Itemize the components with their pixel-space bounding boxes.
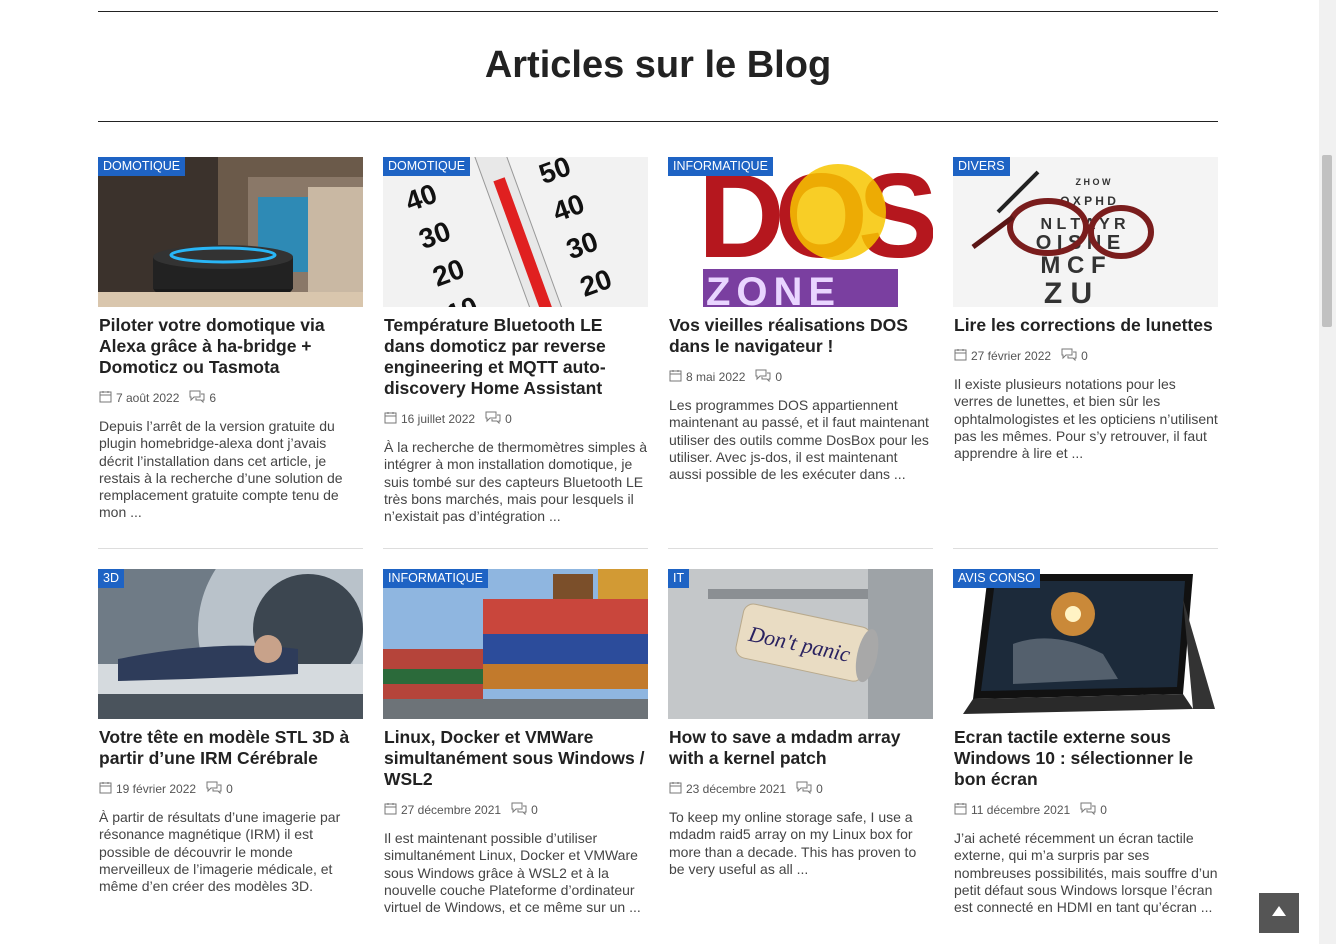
row-divider bbox=[668, 548, 933, 549]
article-thumbnail-alexa[interactable]: DOMOTIQUE bbox=[98, 157, 363, 307]
svg-text:Z U: Z U bbox=[1044, 277, 1092, 307]
article-meta: 16 juillet 2022 0 bbox=[384, 411, 648, 427]
svg-text:Z H O W: Z H O W bbox=[1076, 177, 1111, 187]
calendar-icon bbox=[954, 348, 967, 364]
article-meta: 7 août 2022 6 bbox=[99, 390, 363, 406]
comment-count[interactable]: 6 bbox=[209, 391, 216, 405]
article-thumbnail-containers[interactable]: INFORMATIQUE bbox=[383, 569, 648, 719]
article-thumbnail-mri[interactable]: 3D bbox=[98, 569, 363, 719]
comments-icon bbox=[511, 802, 527, 818]
article-date: 7 août 2022 bbox=[116, 391, 180, 405]
article-excerpt: Il est maintenant possible d’utiliser si… bbox=[384, 830, 641, 916]
scrollbar-thumb[interactable] bbox=[1322, 155, 1332, 327]
article-date: 19 février 2022 bbox=[116, 782, 197, 796]
comments-icon bbox=[1080, 802, 1096, 818]
category-badge[interactable]: AVIS CONSO bbox=[953, 569, 1040, 588]
row-divider bbox=[98, 548, 363, 549]
comment-count[interactable]: 0 bbox=[775, 370, 782, 384]
calendar-icon bbox=[99, 390, 112, 406]
article-date: 8 mai 2022 bbox=[686, 370, 746, 384]
article-meta: 27 décembre 2021 0 bbox=[384, 802, 648, 818]
article-title[interactable]: Lire les corrections de lunettes bbox=[954, 315, 1218, 336]
comment-count[interactable]: 0 bbox=[816, 782, 823, 796]
chevron-up-icon bbox=[1271, 904, 1287, 922]
comments-icon bbox=[1061, 348, 1077, 364]
calendar-icon bbox=[954, 802, 967, 818]
title-divider bbox=[98, 121, 1218, 122]
article-excerpt: J’ai acheté récemment un écran tactile e… bbox=[954, 830, 1218, 916]
category-badge[interactable]: INFORMATIQUE bbox=[668, 157, 773, 176]
article-date: 23 décembre 2021 bbox=[686, 782, 787, 796]
calendar-icon bbox=[669, 369, 682, 385]
section-title: Articles sur le Blog bbox=[484, 44, 832, 86]
comments-icon bbox=[189, 390, 205, 406]
article-title[interactable]: Température Bluetooth LE dans domoticz p… bbox=[384, 315, 648, 399]
comments-icon bbox=[796, 781, 812, 797]
article-thumbnail-dont-panic[interactable]: Don't panic IT bbox=[668, 569, 933, 719]
row-divider bbox=[383, 548, 648, 549]
calendar-icon bbox=[384, 411, 397, 427]
article-title[interactable]: Linux, Docker et VMWare simultanément so… bbox=[384, 727, 648, 790]
category-badge[interactable]: 3D bbox=[98, 569, 124, 588]
article-meta: 23 décembre 2021 0 bbox=[669, 781, 933, 797]
article-card: 3D Votre tête en modèle STL 3D à partir … bbox=[98, 569, 363, 895]
article-meta: 8 mai 2022 0 bbox=[669, 369, 933, 385]
row-divider bbox=[953, 548, 1218, 549]
article-excerpt: Depuis l’arrêt de la version gratuite du… bbox=[99, 418, 343, 521]
category-badge[interactable]: INFORMATIQUE bbox=[383, 569, 488, 588]
article-date: 27 février 2022 bbox=[971, 349, 1052, 363]
article-title[interactable]: Vos vieilles réalisations DOS dans le na… bbox=[669, 315, 933, 357]
article-thumbnail-touchscreen[interactable]: AVIS CONSO bbox=[953, 569, 1218, 719]
article-thumbnail-glasses[interactable]: Z H O W O X P H D N L T A Y R O I S N E … bbox=[953, 157, 1218, 307]
comments-icon bbox=[206, 781, 222, 797]
article-card: 40 30 20 10 0 50 40 30 20 DOMOTIQUE Temp… bbox=[383, 157, 648, 525]
comments-icon bbox=[485, 411, 501, 427]
calendar-icon bbox=[99, 781, 112, 797]
article-meta: 27 février 2022 0 bbox=[954, 348, 1218, 364]
category-badge[interactable]: DOMOTIQUE bbox=[383, 157, 471, 176]
article-card: AVIS CONSO Ecran tactile externe sous Wi… bbox=[953, 569, 1218, 916]
article-date: 16 juillet 2022 bbox=[401, 412, 476, 426]
category-badge[interactable]: DOMOTIQUE bbox=[98, 157, 186, 176]
article-excerpt: À la recherche de thermomètres simples à… bbox=[384, 439, 647, 525]
article-excerpt: To keep my online storage safe, I use a … bbox=[669, 809, 917, 877]
comment-count[interactable]: 0 bbox=[1100, 803, 1107, 817]
article-date: 11 décembre 2021 bbox=[971, 803, 1071, 817]
article-excerpt: Il existe plusieurs notations pour les v… bbox=[954, 376, 1218, 462]
article-card: Don't panic IT How to save a mdadm array… bbox=[668, 569, 933, 878]
article-excerpt: Les programmes DOS appartiennent mainten… bbox=[669, 397, 929, 483]
svg-text:M C F: M C F bbox=[1040, 252, 1105, 279]
comments-icon bbox=[755, 369, 771, 385]
scroll-to-top-button[interactable] bbox=[1259, 893, 1299, 933]
page-scrollbar[interactable] bbox=[1319, 0, 1336, 944]
comment-count[interactable]: 0 bbox=[1081, 349, 1088, 363]
article-thumbnail-thermometer[interactable]: 40 30 20 10 0 50 40 30 20 DOMOTIQUE bbox=[383, 157, 648, 307]
article-date: 27 décembre 2021 bbox=[401, 803, 502, 817]
article-card: INFORMATIQUE Linux, Docker et VMWare sim… bbox=[383, 569, 648, 916]
article-card: DOMOTIQUE Piloter votre domotique via Al… bbox=[98, 157, 363, 522]
article-excerpt: À partir de résultats d’une imagerie par… bbox=[99, 809, 341, 895]
calendar-icon bbox=[384, 802, 397, 818]
article-title[interactable]: Piloter votre domotique via Alexa grâce … bbox=[99, 315, 363, 378]
comment-count[interactable]: 0 bbox=[505, 412, 512, 426]
svg-text:ZONE: ZONE bbox=[706, 270, 841, 307]
calendar-icon bbox=[669, 781, 682, 797]
comment-count[interactable]: 0 bbox=[531, 803, 538, 817]
category-badge[interactable]: DIVERS bbox=[953, 157, 1010, 176]
article-title[interactable]: Ecran tactile externe sous Windows 10 : … bbox=[954, 727, 1218, 790]
article-thumbnail-dos[interactable]: DOS ZONE INFORMATIQUE bbox=[668, 157, 933, 307]
article-title[interactable]: How to save a mdadm array with a kernel … bbox=[669, 727, 933, 769]
article-title[interactable]: Votre tête en modèle STL 3D à partir d’u… bbox=[99, 727, 363, 769]
article-card: DOS ZONE INFORMATIQUE Vos vieilles réali… bbox=[668, 157, 933, 483]
category-badge[interactable]: IT bbox=[668, 569, 690, 588]
article-meta: 11 décembre 2021 0 bbox=[954, 802, 1218, 818]
comment-count[interactable]: 0 bbox=[226, 782, 233, 796]
article-card: Z H O W O X P H D N L T A Y R O I S N E … bbox=[953, 157, 1218, 462]
top-divider bbox=[98, 11, 1218, 12]
article-meta: 19 février 2022 0 bbox=[99, 781, 363, 797]
